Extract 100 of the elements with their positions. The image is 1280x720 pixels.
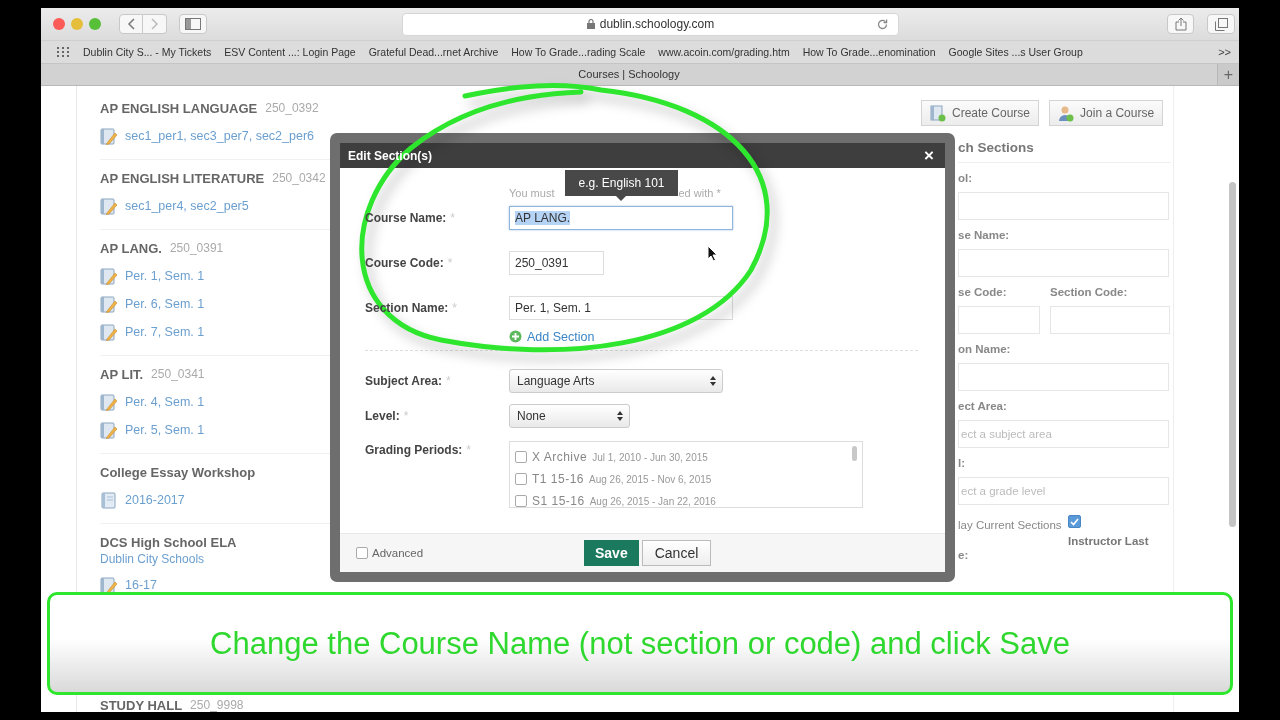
checkbox[interactable] xyxy=(515,473,527,485)
field-label: se Name: xyxy=(958,229,1011,243)
back-button[interactable] xyxy=(119,14,143,34)
share-button[interactable] xyxy=(1167,14,1194,34)
checkbox-label: Advanced xyxy=(372,547,424,559)
new-tab-button[interactable]: + xyxy=(1217,64,1239,85)
save-button[interactable]: Save xyxy=(584,540,639,566)
text-field[interactable] xyxy=(1050,306,1170,334)
scrollbar[interactable] xyxy=(1229,182,1236,527)
address-bar[interactable]: dublin.schoology.com xyxy=(402,12,899,36)
forward-button[interactable] xyxy=(143,14,167,34)
close-button[interactable]: × xyxy=(921,146,937,165)
share-icon xyxy=(1174,17,1187,31)
bookmark-link[interactable]: ESV Content ...: Login Page xyxy=(224,46,356,58)
text-field[interactable] xyxy=(958,192,1169,220)
text-field[interactable] xyxy=(958,306,1040,334)
notebook-pencil-icon xyxy=(100,127,117,145)
cancel-button[interactable]: Cancel xyxy=(641,540,712,566)
period-name: X Archive xyxy=(532,450,588,464)
field-label: Grading Periods: xyxy=(365,443,463,457)
mouse-pointer-icon xyxy=(707,245,718,262)
checkbox[interactable] xyxy=(356,547,368,559)
course-code: 250_0392 xyxy=(265,101,319,115)
field-label: lay Current Sections xyxy=(958,519,1063,531)
sidebar-button[interactable] xyxy=(179,14,207,34)
checkbox[interactable] xyxy=(1068,515,1081,528)
field-label: ect Area: xyxy=(958,400,1008,414)
period-dates: Aug 26, 2015 - Nov 6, 2015 xyxy=(589,473,712,485)
forward-icon xyxy=(150,18,159,30)
dropdown[interactable]: None xyxy=(509,404,630,428)
text-field[interactable]: Per. 1, Sem. 1 xyxy=(509,296,733,320)
bookmark-link[interactable]: Grateful Dead...rnet Archive xyxy=(368,46,499,58)
caption-banner: Change the Course Name (not section or code) and click Save xyxy=(47,592,1233,695)
course-title: AP LANG. xyxy=(100,240,162,256)
tabs-button[interactable] xyxy=(1207,14,1235,34)
updown-arrows-icon xyxy=(710,376,716,386)
field-label: Subject Area: xyxy=(365,374,442,388)
more-bookmarks-button[interactable]: >> xyxy=(1218,46,1231,58)
dropdown[interactable]: Language Arts xyxy=(509,369,723,393)
course-code: 250_9998 xyxy=(190,698,244,712)
course-code: 250_0391 xyxy=(169,241,224,255)
field-label: on Name: xyxy=(958,343,1012,357)
field-label: ol: xyxy=(958,172,974,186)
scrollbar[interactable] xyxy=(852,446,857,461)
course-code: 250_0341 xyxy=(151,367,205,381)
course-title: AP ENGLISH LANGUAGE xyxy=(100,100,258,116)
updown-arrows-icon xyxy=(617,411,623,421)
required-mark: * xyxy=(403,409,409,423)
field-label: l: xyxy=(958,457,967,471)
course-title: College Essay Workshop xyxy=(100,464,256,480)
bookmark-link[interactable]: How To Grade...rading Scale xyxy=(511,46,646,58)
reload-icon xyxy=(877,18,888,30)
period-name: T1 15-16 xyxy=(532,472,585,486)
course-title: STUDY HALL xyxy=(100,697,183,712)
panel-heading: ch Sections xyxy=(958,140,1171,163)
create-course-button[interactable]: Create Course xyxy=(921,100,1040,126)
text-field[interactable] xyxy=(958,363,1169,391)
field-label: se Code: xyxy=(958,286,1008,300)
notebook-pencil-icon xyxy=(100,323,117,341)
notebook-icon xyxy=(100,491,117,509)
window-controls-icon xyxy=(53,18,101,30)
checkbox[interactable] xyxy=(515,495,527,507)
bookmark-link[interactable]: www.acoin.com/grading.htm xyxy=(658,46,790,58)
required-mark: * xyxy=(466,443,472,457)
apps-grid-icon xyxy=(57,47,69,57)
required-mark: * xyxy=(452,301,458,315)
bookmark-link[interactable]: How To Grade...enomination xyxy=(802,46,936,58)
course-title: DCS High School ELA xyxy=(100,534,237,550)
join-course-button[interactable]: Join a Course xyxy=(1049,100,1164,126)
browser-tab[interactable]: Courses | Schoology xyxy=(41,64,1217,85)
text-field[interactable]: AP LANG. xyxy=(509,206,733,230)
lock-icon xyxy=(586,19,595,29)
required-mark: * xyxy=(450,211,456,225)
text-field[interactable] xyxy=(958,249,1169,277)
notebook-pencil-icon xyxy=(100,197,117,215)
checkbox[interactable] xyxy=(515,451,527,463)
url-text: dublin.schoology.com xyxy=(599,17,715,31)
course-title: AP ENGLISH LITERATURE xyxy=(100,170,265,186)
text-field[interactable]: 250_0391 xyxy=(509,251,604,275)
required-mark: * xyxy=(447,256,453,270)
field-label: e: xyxy=(958,549,970,563)
field-label: Section Code: xyxy=(1050,286,1129,300)
hint-text: You must xyxy=(509,187,555,201)
sidebar-icon xyxy=(185,18,201,30)
notebook-plus-icon xyxy=(930,104,946,122)
add-section-link[interactable]: Add Section xyxy=(509,329,595,344)
field-label: Level: xyxy=(365,409,400,423)
bookmark-link[interactable]: Google Sites ...s User Group xyxy=(948,46,1083,58)
bookmark-link[interactable]: Dublin City S... - My Tickets xyxy=(83,46,212,58)
required-mark: * xyxy=(445,374,451,388)
field-label: Instructor Last xyxy=(1068,535,1150,547)
back-icon xyxy=(127,18,135,30)
tabs-icon xyxy=(1214,17,1228,31)
notebook-pencil-icon xyxy=(100,393,117,411)
field-label: Course Code: xyxy=(365,256,444,270)
course-code: 250_0342 xyxy=(272,171,326,185)
person-plus-icon xyxy=(1058,104,1075,122)
notebook-pencil-icon xyxy=(100,421,117,439)
tooltip: e.g. English 101 xyxy=(565,170,678,201)
period-name: S1 15-16 xyxy=(532,494,585,507)
